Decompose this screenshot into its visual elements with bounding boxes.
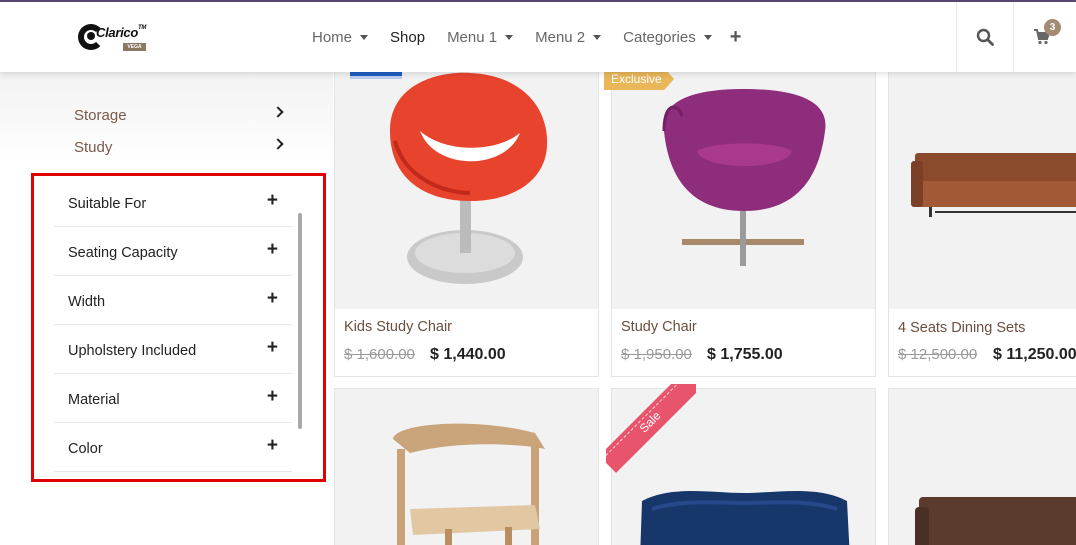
sale-label: Sale [636,408,664,436]
main-nav: Home Shop Menu 1 Menu 2 Categories + [312,2,763,72]
filter-label: Width [68,294,106,310]
wooden-chair-image [393,423,545,545]
filter-label: Upholstery Included [68,343,197,359]
product-name[interactable]: 4 Seats Dining Sets [898,320,1025,336]
sale-ribbon: Sale [606,384,696,474]
site-header: ClaricoTM VEGA Home Shop Menu 1 Menu 2 C… [0,2,1076,72]
product-image [612,61,875,309]
plus-icon: + [266,190,278,211]
product-name[interactable]: Kids Study Chair [344,319,452,335]
filter-panel-highlight: Suitable For + Seating Capacity + Width … [31,173,326,482]
category-label: Study [74,139,113,156]
cart-button[interactable]: 3 [1014,2,1070,72]
filter-scrollbar[interactable] [298,213,302,429]
product-card[interactable] [888,388,1076,545]
filter-label: Color [68,441,103,457]
plus-icon: + [266,337,278,358]
brand-logo[interactable]: ClaricoTM VEGA [78,22,153,54]
category-label: Storage [74,107,127,124]
product-price: $ 1,440.00 [430,346,506,363]
logo-tm: TM [137,25,147,31]
nav-menu-1-label: Menu 1 [447,28,498,46]
product-card[interactable]: Study Chair $ 1,950.00 $ 1,755.00 [611,60,876,377]
logo-name: Clarico [96,25,138,40]
search-button[interactable] [957,2,1013,72]
nav-menu-2[interactable]: Menu 2 [535,28,602,46]
filter-label: Seating Capacity [68,245,178,261]
product-old-price: $ 1,600.00 [344,346,415,363]
chevron-down-icon [593,34,602,40]
nav-more-plus-icon[interactable]: + [730,26,742,49]
search-icon [976,28,994,46]
product-old-price: $ 1,950.00 [621,346,692,363]
product-price: $ 11,250.00 [993,346,1076,363]
nav-shop-label: Shop [390,28,426,46]
plus-icon: + [266,386,278,407]
nav-menu-2-label: Menu 2 [535,28,586,46]
chevron-right-icon [272,138,284,150]
product-name[interactable]: Study Chair [621,319,697,335]
product-image [335,389,598,545]
plus-icon: + [266,239,278,260]
product-image [335,61,598,309]
product-image [889,389,1076,545]
product-price: $ 1,755.00 [707,346,783,363]
plus-icon: + [266,435,278,456]
filter-color[interactable]: Color + [54,423,292,472]
logo-dot [87,32,95,40]
category-storage[interactable]: Storage [74,106,286,124]
nav-home[interactable]: Home [312,28,369,46]
nav-shop[interactable]: Shop [390,29,425,46]
red-chair-image [390,72,548,284]
filter-seating-capacity[interactable]: Seating Capacity + [54,227,292,276]
filter-upholstery-included[interactable]: Upholstery Included + [54,325,292,374]
nav-home-label: Home [312,28,353,46]
filter-material[interactable]: Material + [54,374,292,423]
product-image [889,61,1076,309]
chevron-down-icon [360,34,369,40]
chevron-down-icon [703,34,712,40]
purple-chair-image [662,89,826,266]
filter-suitable-for[interactable]: Suitable For + [54,178,292,227]
product-old-price: $ 12,500.00 [898,346,978,363]
plus-icon: + [266,288,278,309]
product-card[interactable]: 4 Seats Dining Sets $ 12,500.00 $ 11,250… [888,60,1076,377]
chevron-right-icon [272,106,284,118]
brown-sofa-image [911,153,1076,217]
nav-categories-label: Categories [623,28,696,46]
filter-label: Suitable For [68,196,147,212]
product-card[interactable]: Kids Study Chair $ 1,600.00 $ 1,440.00 [334,60,599,377]
category-study[interactable]: Study [74,138,286,156]
sale-badge: Sale [606,384,696,473]
cart-count-badge: 3 [1044,19,1061,36]
filter-width[interactable]: Width + [54,276,292,325]
product-card[interactable] [334,388,599,545]
logo-text: ClaricoTM [96,25,146,40]
nav-categories[interactable]: Categories [623,29,712,46]
logo-tag: VEGA [123,43,146,51]
chevron-down-icon [505,34,514,40]
nav-menu-1[interactable]: Menu 1 [447,28,514,46]
filter-label: Material [68,392,120,408]
dark-brown-sofa-image [915,497,1076,545]
